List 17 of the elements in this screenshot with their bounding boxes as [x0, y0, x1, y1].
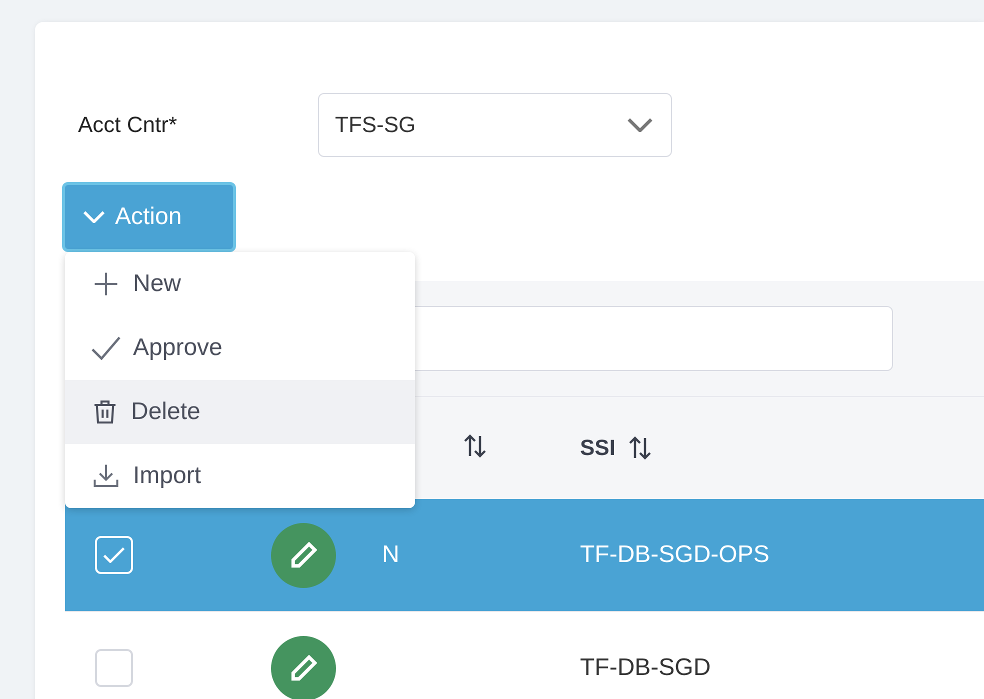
table-cell: TF-DB-SGD-OPS	[580, 541, 770, 568]
check-icon	[103, 547, 125, 563]
field-label: Acct Cntr*	[77, 112, 178, 138]
check-icon	[91, 336, 121, 360]
table-cell: N	[382, 541, 400, 568]
menu-item[interactable]: Delete	[65, 380, 415, 444]
pencil-icon	[290, 542, 316, 568]
menu-item[interactable]: Approve	[65, 316, 415, 380]
menu-item[interactable]: New	[65, 252, 415, 316]
account-center-select[interactable]: TFS-SG	[318, 93, 672, 157]
chevron-down-icon	[83, 211, 105, 223]
pencil-icon	[290, 655, 316, 681]
row-checkbox[interactable]	[95, 649, 133, 687]
menu-item[interactable]: Import	[65, 444, 415, 508]
chevron-down-icon	[627, 118, 653, 132]
table-cell: TF-DB-SGD	[580, 654, 711, 681]
column-header[interactable]: SSI	[580, 435, 616, 461]
